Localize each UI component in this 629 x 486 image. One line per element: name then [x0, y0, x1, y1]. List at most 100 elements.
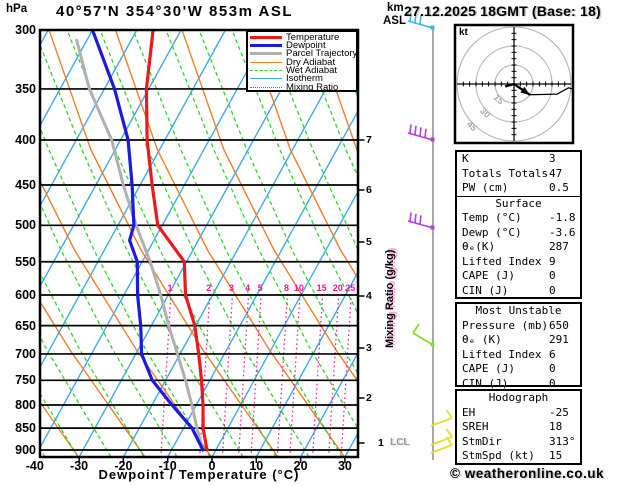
wind-barb-tick: [419, 127, 422, 137]
table-row-label: Temp (°C): [462, 211, 522, 225]
table-row-value: 15: [549, 449, 563, 463]
page-title: 40°57'N 354°30'W 853m ASL: [56, 3, 294, 20]
table-row-label: Totals Totals: [462, 166, 549, 180]
altitude-axis-unit-km: km: [387, 2, 404, 14]
mixing-ratio-line: [328, 293, 340, 456]
pressure-tick-label: 450: [15, 178, 36, 192]
wind-barb-tick: [445, 428, 453, 438]
table-row: CIN (J) 0: [457, 284, 580, 299]
pressure-tick-label: 700: [15, 346, 36, 361]
wet-adiabat-line: [198, 30, 358, 375]
dry-adiabat-line: [114, 30, 346, 457]
table-row-label: CAPE (J): [462, 362, 515, 376]
mixing-ratio-value-label: 4: [245, 283, 250, 293]
mixing-ratio-line: [312, 293, 324, 456]
pressure-tick-label: 500: [15, 218, 36, 233]
most-unstable-table: Most Unstable Pressure (mb) 650 θₑ (K) 291 L…: [455, 302, 582, 390]
table-row-label: CIN (J): [462, 283, 509, 297]
legend-line-sample: [250, 78, 282, 80]
km-tick-label: 4: [366, 290, 372, 302]
isotherm-line: [211, 190, 358, 457]
legend-line-sample: [250, 61, 282, 63]
table-row: StmDir 313°: [457, 435, 580, 450]
pressure-tick-label: 850: [15, 421, 36, 436]
table-row-value: 0: [549, 376, 556, 390]
mixing-ratio-value-label: 1: [167, 283, 172, 293]
table-row-value: 6: [549, 347, 556, 361]
table-row-value: -3.6: [549, 225, 576, 239]
legend-line-sample: [250, 52, 282, 56]
legend-line-sample: [250, 70, 282, 72]
mixing-ratio-value-label: 10: [294, 283, 304, 293]
legend-line-sample: [250, 86, 282, 88]
mixing-ratio-value-label: 25: [345, 283, 355, 293]
pressure-axis-unit: hPa: [6, 3, 28, 15]
pressure-tick-label: 400: [15, 132, 36, 147]
mixing-ratio-value-label: 20: [333, 283, 343, 293]
table-row: Dewp (°C) -3.6: [457, 226, 580, 241]
mixing-ratio-line: [289, 293, 301, 456]
pressure-tick-label: 550: [15, 254, 36, 269]
lcl-marker-label: LCL: [390, 437, 410, 448]
km-tick-label: 7: [366, 134, 372, 146]
legend: Temperature Dewpoint Parcel Trajectory Dry …: [246, 30, 358, 93]
table-row-value: 291: [549, 333, 569, 347]
km-tick-label: 1: [378, 437, 384, 449]
table-row-label: StmDir: [462, 434, 502, 448]
wind-barb-tick: [409, 212, 412, 222]
km-tick-label: 5: [366, 236, 372, 248]
wind-barb-tick: [412, 323, 420, 334]
table-row-label: θₑ(K): [462, 240, 496, 254]
km-tick-label: 2: [366, 392, 372, 404]
table-row: Temp (°C) -1.8: [457, 211, 580, 226]
table-row-value: 0: [549, 269, 556, 283]
table-row-value: 9: [549, 254, 556, 268]
most-unstable-section-title: Most Unstable: [475, 304, 562, 317]
table-row: PW (cm) 0.5: [457, 181, 580, 196]
wind-barb: [412, 332, 434, 346]
table-row: Pressure (mb) 650: [457, 319, 580, 334]
table-row-label: Pressure (mb): [462, 318, 549, 332]
wind-barb-marker: [430, 225, 435, 230]
surface-section-rows: Temp (°C) -1.8 Dewp (°C) -3.6 θₑ(K) 287 Lifted…: [457, 211, 580, 298]
hodograph-section-rows: EH -25 SREH 18 StmDir 313° StmSpd (kt) 15: [457, 406, 580, 464]
table-row-value: 650: [549, 318, 569, 332]
pressure-tick-label: 750: [15, 373, 36, 388]
table-row-label: CIN (J): [462, 376, 509, 390]
hodograph-unit-label: kt: [459, 27, 468, 38]
table-row: Lifted Index 9: [457, 255, 580, 270]
pressure-tick-label: 350: [15, 81, 36, 96]
surface-section-title: Surface: [495, 196, 542, 210]
wind-barb-tick: [424, 128, 427, 138]
legend-item-label: Mixing Ratio: [286, 81, 339, 93]
dry-adiabat-line: [247, 30, 358, 280]
pressure-tick-label: 800: [15, 397, 36, 412]
table-row-value: 3: [549, 152, 556, 165]
table-row-value: 0: [549, 283, 556, 297]
copyright: © weatheronline.co.uk: [450, 466, 604, 481]
table-row-value: 47: [549, 166, 563, 180]
legend-line-sample: [250, 44, 282, 48]
indices-table-top-rows: K 3 Totals Totals 47 PW (cm) 0.5: [457, 152, 580, 196]
wind-barb-marker: [430, 25, 435, 30]
most-unstable-rows: Pressure (mb) 650 θₑ (K) 291 Lifted Index 6 CA…: [457, 319, 580, 392]
table-row-label: Dewp (°C): [462, 225, 522, 239]
table-row-value: -25: [549, 405, 569, 419]
wind-barb-tick: [414, 213, 417, 223]
table-row-value: 0: [549, 362, 556, 376]
table-row-value: 0.5: [549, 181, 569, 195]
table-row: θₑ(K) 287: [457, 240, 580, 255]
table-row: K3: [457, 152, 580, 167]
mixing-ratio-value-label: 2: [206, 283, 211, 293]
table-row: θₑ (K) 291: [457, 333, 580, 348]
wind-barb-tick: [419, 215, 422, 225]
table-row: SREH 18: [457, 420, 580, 435]
table-row: Lifted Index 6: [457, 348, 580, 363]
table-row-label: SREH: [462, 420, 489, 434]
table-row: EH -25: [457, 406, 580, 421]
x-axis-label: Dewpoint / Temperature (°C): [98, 467, 300, 482]
isotherm-line: [40, 30, 271, 449]
wind-barb-tick: [414, 125, 417, 135]
pressure-tick-label: 900: [15, 443, 36, 457]
wind-barb-marker: [430, 342, 435, 347]
